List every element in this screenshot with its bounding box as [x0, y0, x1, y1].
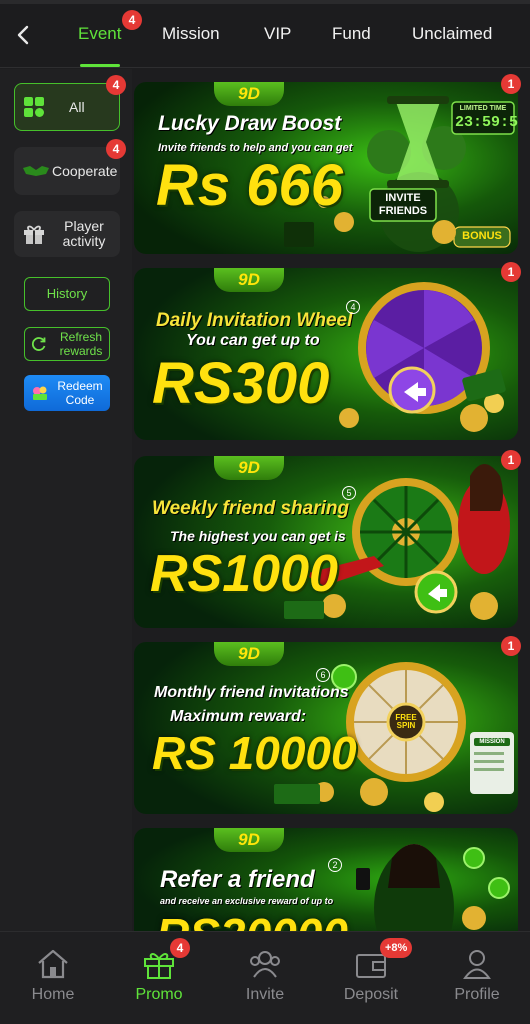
brand-logo: 9D [214, 456, 284, 480]
tab-vip[interactable]: VIP [264, 24, 291, 44]
banner-title: Weekly friend sharing [152, 498, 350, 519]
history-button[interactable]: History [24, 277, 110, 311]
gift-icon [24, 225, 44, 244]
refresh-rewards-label: Refresh rewards [59, 330, 103, 358]
banner-number: 5 [342, 486, 356, 500]
banner-number: 4 [346, 300, 360, 314]
person-icon [457, 946, 497, 982]
redeem-code-button[interactable]: Redeem Code [24, 375, 110, 411]
category-player-activity[interactable]: Player activity [14, 211, 120, 257]
brand-logo: 9D [214, 82, 284, 106]
category-cooperate[interactable]: Cooperate [14, 147, 120, 195]
banner-subtitle: Maximum reward: [170, 708, 307, 725]
brand-logo: 9D [214, 642, 284, 666]
category-all[interactable]: All [14, 83, 120, 131]
brand-logo: 9D [214, 828, 284, 852]
nav-deposit-badge: +8% [380, 938, 413, 958]
bonus-tag: BONUS [462, 230, 502, 242]
banner-amount: RS 10000 [152, 727, 357, 779]
free-spin-label: FREE SPIN [395, 713, 417, 730]
banner-badge: 1 [501, 262, 521, 282]
nav-home-label: Home [31, 986, 75, 1003]
nav-invite[interactable]: Invite [212, 932, 318, 1024]
brand-logo: 9D [214, 268, 284, 292]
timer-label: LIMITED TIME [459, 105, 507, 112]
people-icon [245, 946, 285, 982]
invite-friends-cta: INVITE FRIENDS [378, 192, 428, 217]
banner-badge: 1 [501, 74, 521, 94]
tab-fund[interactable]: Fund [332, 24, 371, 44]
banner-title: Daily Invitation Wheel [156, 310, 353, 331]
banner-number: 6 [316, 668, 330, 682]
category-cooperate-badge: 4 [106, 139, 126, 159]
banner-weekly-friend-sharing[interactable]: 9D Weekly friend sharing 5 The highest y… [134, 456, 518, 628]
nav-deposit-label: Deposit [343, 986, 399, 1003]
chevron-left-icon [17, 25, 29, 45]
tab-event[interactable]: Event [78, 24, 121, 44]
nav-promo-label: Promo [135, 986, 183, 1003]
grid-icon [24, 97, 44, 117]
banner-lucky-draw-boost[interactable]: 9D Lucky Draw Boost Invite friends to he… [134, 82, 518, 254]
category-all-badge: 4 [106, 75, 126, 95]
banner-title: Lucky Draw Boost [158, 112, 342, 135]
category-player-activity-label: Player activity [62, 218, 106, 249]
category-cooperate-label: Cooperate [52, 162, 118, 179]
banner-subtitle: and receive an exclusive reward of up to [160, 896, 334, 906]
tab-unclaimed[interactable]: Unclaimed [412, 24, 492, 44]
banner-badge: 1 [501, 450, 521, 470]
countdown-timer: 23:59:59 [455, 114, 518, 131]
tab-mission[interactable]: Mission [162, 24, 220, 44]
back-button[interactable] [8, 20, 38, 50]
refresh-rewards-button[interactable]: Refresh rewards [24, 327, 110, 361]
banner-amount: RS1000 [150, 545, 338, 603]
banner-subtitle: The highest you can get is [170, 528, 346, 544]
tab-event-label: Event [78, 24, 122, 43]
category-sidebar: All 4 Cooperate 4 Player activity Histor… [0, 69, 132, 931]
banner-number: 2 [328, 858, 342, 872]
banner-refer-a-friend[interactable]: 9D Refer a friend 2 and receive an exclu… [134, 828, 518, 931]
active-tab-indicator [80, 64, 120, 67]
banner-badge: 1 [501, 636, 521, 656]
nav-profile-label: Profile [454, 986, 500, 1003]
flower-gift-icon [33, 386, 47, 400]
mission-card-label: MISSION [479, 739, 505, 745]
top-edge [0, 0, 530, 4]
nav-home[interactable]: Home [0, 932, 106, 1024]
nav-promo[interactable]: Promo [106, 932, 212, 1024]
nav-profile[interactable]: Profile [424, 932, 530, 1024]
banner-title: Refer a friend [160, 866, 315, 893]
nav-promo-badge: 4 [170, 938, 190, 958]
redeem-code-label: Redeem Code [57, 379, 103, 407]
banner-amount: Rs 666 [156, 153, 344, 218]
handshake-icon [23, 166, 49, 176]
banner-daily-invitation-wheel[interactable]: 9D Daily Invitation Wheel 4 You can get … [134, 268, 518, 440]
home-icon [33, 946, 73, 982]
banner-amount: RS300 [152, 351, 330, 416]
refresh-icon [31, 337, 46, 351]
banner-amount: RS20000 [156, 908, 348, 931]
banner-title: Monthly friend invitations [154, 684, 349, 701]
top-bar: Event 4 Mission VIP Fund Unclaimed [0, 0, 530, 68]
banner-subtitle: You can get up to [186, 332, 320, 349]
category-all-label: All [69, 98, 85, 115]
banner-monthly-friend-invitations[interactable]: 9D Monthly friend invitations 6 Maximum … [134, 642, 518, 814]
nav-invite-label: Invite [245, 986, 285, 1003]
tab-event-badge: 4 [122, 10, 142, 30]
bottom-navigation: Home Promo 4 Invite Deposit +8% Profile [0, 931, 530, 1024]
